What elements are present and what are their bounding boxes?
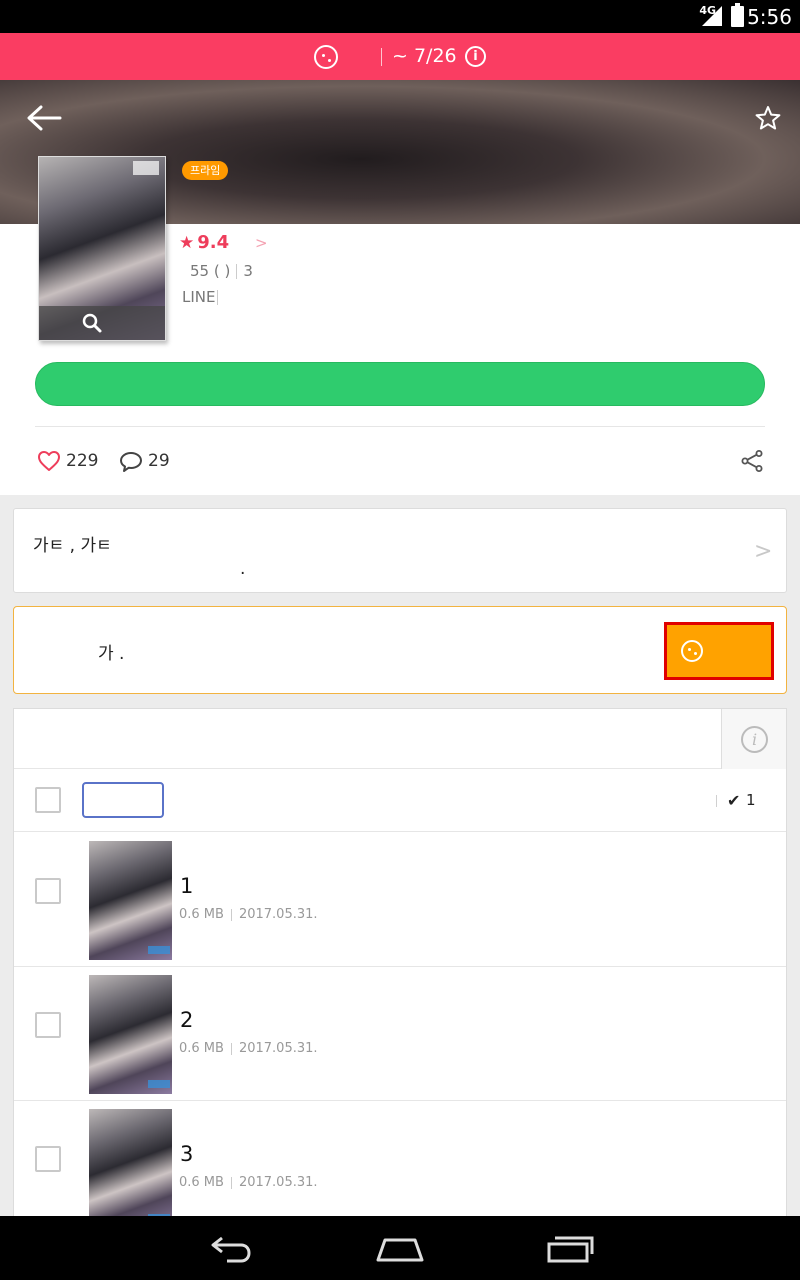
list-item[interactable]: 3 0.6 MB 2017.05.31. bbox=[14, 1101, 786, 1235]
arrow-left-icon bbox=[27, 105, 62, 131]
signal-icon bbox=[702, 6, 722, 26]
zoom-button[interactable] bbox=[39, 306, 165, 340]
publisher-meta: LINE bbox=[182, 288, 219, 306]
back-button[interactable] bbox=[26, 104, 62, 132]
publisher-name: LINE bbox=[182, 288, 216, 306]
like-count: 229 bbox=[66, 451, 99, 471]
work-meta: 55 ( ) 3 bbox=[190, 262, 253, 280]
system-nav-bar bbox=[0, 1216, 800, 1280]
meta-divider bbox=[236, 264, 238, 279]
episode-title: 3 bbox=[180, 1142, 194, 1166]
prime-badge: 프라임 bbox=[182, 161, 229, 180]
volume-count: 3 bbox=[243, 262, 253, 280]
episode-thumbnail bbox=[89, 1109, 172, 1228]
selected-count: 1 bbox=[746, 791, 756, 809]
speech-bubble-icon bbox=[119, 451, 143, 473]
home-icon bbox=[376, 1238, 424, 1262]
list-item[interactable]: 2 0.6 MB 2017.05.31. bbox=[14, 967, 786, 1101]
episode-size: 0.6 MB bbox=[179, 1175, 224, 1190]
cover-image[interactable] bbox=[38, 156, 166, 341]
battery-icon bbox=[731, 3, 744, 27]
list-info-button[interactable]: i bbox=[721, 709, 786, 769]
promo-period: ~ 7/26 bbox=[392, 45, 457, 67]
episode-size: 0.6 MB bbox=[179, 907, 224, 922]
nav-back-button[interactable] bbox=[205, 1234, 255, 1264]
search-icon bbox=[81, 312, 103, 334]
recents-icon bbox=[547, 1236, 594, 1263]
cookie-notice-text: 가 . bbox=[98, 644, 125, 664]
info-icon: i bbox=[741, 726, 768, 753]
divider bbox=[35, 426, 765, 427]
star-outline-icon bbox=[755, 106, 781, 130]
share-icon bbox=[741, 450, 763, 472]
meta-divider bbox=[230, 1176, 232, 1189]
nav-recents-button[interactable] bbox=[545, 1234, 595, 1264]
description-card[interactable]: 가ㅌ , 가ㅌ . > bbox=[13, 508, 787, 593]
episode-date: 2017.05.31. bbox=[238, 1041, 318, 1056]
rating[interactable]: ★ 9.4 bbox=[179, 232, 229, 253]
episode-date: 2017.05.31. bbox=[238, 907, 318, 922]
heart-icon bbox=[37, 450, 61, 472]
episode-checkbox[interactable] bbox=[35, 1146, 61, 1172]
promo-banner[interactable]: ~ 7/26 i bbox=[0, 33, 800, 80]
list-item[interactable]: 1 0.6 MB 2017.05.31. bbox=[14, 833, 786, 967]
description-line-2: . bbox=[240, 559, 246, 579]
status-bar: 4G 5:56 bbox=[0, 0, 800, 33]
chevron-right-icon[interactable]: > bbox=[255, 234, 268, 252]
clock: 5:56 bbox=[747, 5, 792, 29]
episode-title: 1 bbox=[180, 874, 194, 898]
meta-divider bbox=[230, 1042, 232, 1055]
read-first-button[interactable] bbox=[35, 362, 765, 406]
divider bbox=[716, 795, 717, 807]
episode-list: i ✔ 1 1 0.6 MB 2017.05.31. 2 0.6 MB 2017.0… bbox=[13, 708, 787, 1235]
episode-meta: 0.6 MB 2017.05.31. bbox=[179, 907, 318, 922]
select-all-checkbox[interactable] bbox=[35, 787, 61, 813]
episode-meta: 0.6 MB 2017.05.31. bbox=[179, 1041, 318, 1056]
check-icon: ✔ bbox=[727, 791, 741, 810]
promo-divider bbox=[381, 48, 382, 66]
sort-dropdown[interactable] bbox=[82, 782, 164, 818]
episode-title: 2 bbox=[180, 1008, 194, 1032]
episode-meta: 0.6 MB 2017.05.31. bbox=[179, 1175, 318, 1190]
back-icon bbox=[211, 1236, 251, 1263]
episode-checkbox[interactable] bbox=[35, 1012, 61, 1038]
description-line-1: 가ㅌ , 가ㅌ bbox=[33, 536, 112, 556]
meta-divider bbox=[217, 290, 219, 305]
episode-size: 0.6 MB bbox=[179, 1041, 224, 1056]
episode-date: 2017.05.31. bbox=[238, 1175, 318, 1190]
info-icon[interactable]: i bbox=[465, 46, 486, 67]
episode-thumbnail bbox=[89, 975, 172, 1094]
episode-thumbnail bbox=[89, 841, 172, 960]
cookie-charge-button[interactable] bbox=[664, 622, 774, 680]
chevron-right-icon: > bbox=[754, 539, 773, 564]
cookie-icon bbox=[314, 45, 338, 69]
episode-checkbox[interactable] bbox=[35, 878, 61, 904]
select-all-row: ✔ 1 bbox=[14, 770, 786, 832]
cookie-icon bbox=[681, 640, 703, 662]
episode-count: 55 ( ) bbox=[190, 262, 231, 280]
cover-logo bbox=[133, 161, 159, 175]
list-header: i bbox=[14, 709, 786, 769]
comment-count: 29 bbox=[148, 451, 170, 471]
star-filled-icon: ★ bbox=[179, 233, 195, 253]
nav-home-button[interactable] bbox=[375, 1234, 425, 1264]
favorite-button[interactable] bbox=[755, 105, 781, 131]
share-button[interactable] bbox=[740, 449, 764, 473]
rating-value: 9.4 bbox=[197, 232, 230, 253]
meta-divider bbox=[230, 908, 232, 921]
